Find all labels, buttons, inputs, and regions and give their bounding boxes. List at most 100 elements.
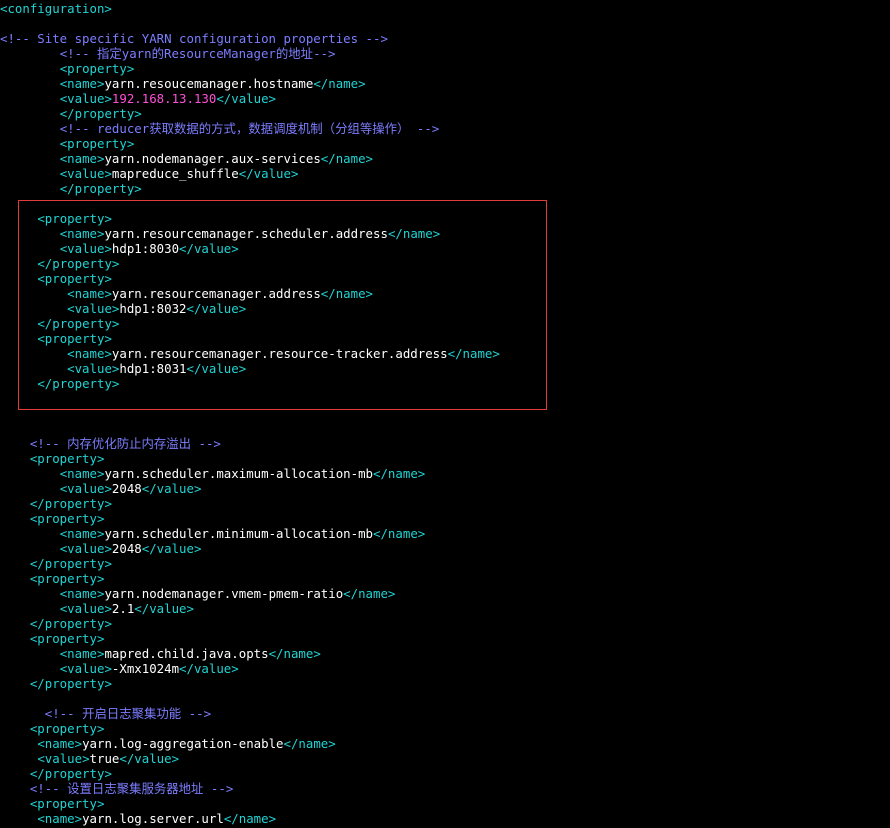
code-line: <configuration>	[0, 1, 112, 16]
xml-text: yarn.log.server.url	[82, 811, 224, 826]
xml-tag: </property>	[29, 616, 112, 631]
xml-tag: </property>	[37, 256, 120, 271]
code-line: <value>2048</value>	[0, 481, 202, 496]
code-line: <name>yarn.resourcemanager.scheduler.add…	[0, 226, 440, 241]
xml-tag: </name>	[320, 286, 373, 301]
code-line: </property>	[0, 256, 119, 271]
code-line: </property>	[0, 181, 142, 196]
code-line: <name>yarn.resoucemanager.hostname</name…	[0, 76, 366, 91]
xml-tag: <name>	[59, 526, 105, 541]
xml-tag: </name>	[223, 811, 277, 826]
xml-tag: <value>	[67, 301, 120, 316]
code-line: <name>yarn.scheduler.maximum-allocation-…	[0, 466, 426, 481]
xml-text: 2048	[111, 541, 142, 556]
code-line: <!-- 指定yarn的ResourceManager的地址-->	[0, 46, 336, 61]
xml-tag: </name>	[373, 526, 426, 541]
xml-tag: <property>	[37, 211, 112, 226]
xml-tag: <name>	[67, 286, 112, 301]
xml-tag: </value>	[119, 751, 180, 766]
xml-tag: <name>	[59, 466, 105, 481]
xml-tag: <property>	[37, 271, 112, 286]
code-line: <value>-Xmx1024m</value>	[0, 661, 239, 676]
xml-text: yarn.resourcemanager.address	[111, 286, 321, 301]
xml-text: mapreduce_shuffle	[111, 166, 239, 181]
xml-tag: <value>	[59, 91, 112, 106]
xml-tag: </name>	[268, 646, 321, 661]
xml-tag: </value>	[141, 541, 202, 556]
code-line: <name>yarn.nodemanager.vmem-pmem-ratio</…	[0, 586, 396, 601]
code-line: <property>	[0, 271, 112, 286]
xml-tag: </value>	[238, 166, 299, 181]
xml-tag: <name>	[37, 736, 83, 751]
xml-tag: <value>	[59, 661, 112, 676]
xml-text: yarn.nodemanager.aux-services	[104, 151, 321, 166]
xml-text: yarn.resourcemanager.scheduler.address	[104, 226, 388, 241]
xml-tag: <value>	[59, 601, 112, 616]
xml-tag: <value>	[67, 361, 120, 376]
code-line: <name>yarn.resourcemanager.address</name…	[0, 286, 373, 301]
code-line: <value>hdp1:8031</value>	[0, 361, 246, 376]
xml-comment: <!-- 设置日志聚集服务器地址 -->	[29, 781, 234, 796]
xml-tag: <name>	[59, 226, 105, 241]
code-line: <property>	[0, 796, 105, 811]
xml-tag: <value>	[59, 166, 112, 181]
xml-tag: <property>	[29, 571, 105, 586]
xml-tag: </property>	[59, 106, 142, 121]
xml-text: mapred.child.java.opts	[104, 646, 269, 661]
code-line: <name>yarn.nodemanager.aux-services</nam…	[0, 151, 373, 166]
code-line: </property>	[0, 766, 112, 781]
xml-tag: <name>	[59, 151, 105, 166]
xml-tag: <name>	[67, 346, 112, 361]
code-line: <value>mapreduce_shuffle</value>	[0, 166, 299, 181]
code-line: <value>hdp1:8032</value>	[0, 301, 246, 316]
xml-comment: <!-- 开启日志聚集功能 -->	[44, 706, 212, 721]
xml-tag: <property>	[29, 451, 105, 466]
xml-tag: </name>	[320, 151, 374, 166]
xml-comment: <!-- reducer获取数据的方式，数据调度机制（分组等操作） -->	[59, 121, 440, 136]
xml-tag: <name>	[59, 76, 105, 91]
xml-tag: </property>	[37, 376, 120, 391]
code-line: <name>yarn.scheduler.minimum-allocation-…	[0, 526, 426, 541]
code-line: <!-- 设置日志聚集服务器地址 -->	[0, 781, 233, 796]
xml-tag: </property>	[29, 676, 112, 691]
xml-tag: <property>	[29, 511, 105, 526]
xml-tag: <configuration>	[0, 1, 112, 16]
code-line: <value>192.168.13.130</value>	[0, 91, 276, 106]
xml-tag: </name>	[343, 586, 396, 601]
code-line: <value>hdp1:8030</value>	[0, 241, 239, 256]
code-line: </property>	[0, 676, 112, 691]
xml-tag: </value>	[141, 481, 202, 496]
xml-tag: <property>	[59, 136, 135, 151]
xml-comment: <!-- Site specific YARN configuration pr…	[0, 31, 388, 46]
terminal-window[interactable]: <configuration> <!-- Site specific YARN c…	[0, 0, 890, 828]
code-line: <property>	[0, 631, 105, 646]
code-line: </property>	[0, 376, 119, 391]
code-line: <property>	[0, 331, 112, 346]
code-line: <name>yarn.log-aggregation-enable</name>	[0, 736, 335, 751]
code-line: <value>true</value>	[0, 751, 179, 766]
code-line: <name>yarn.log.server.url</name>	[0, 811, 276, 826]
